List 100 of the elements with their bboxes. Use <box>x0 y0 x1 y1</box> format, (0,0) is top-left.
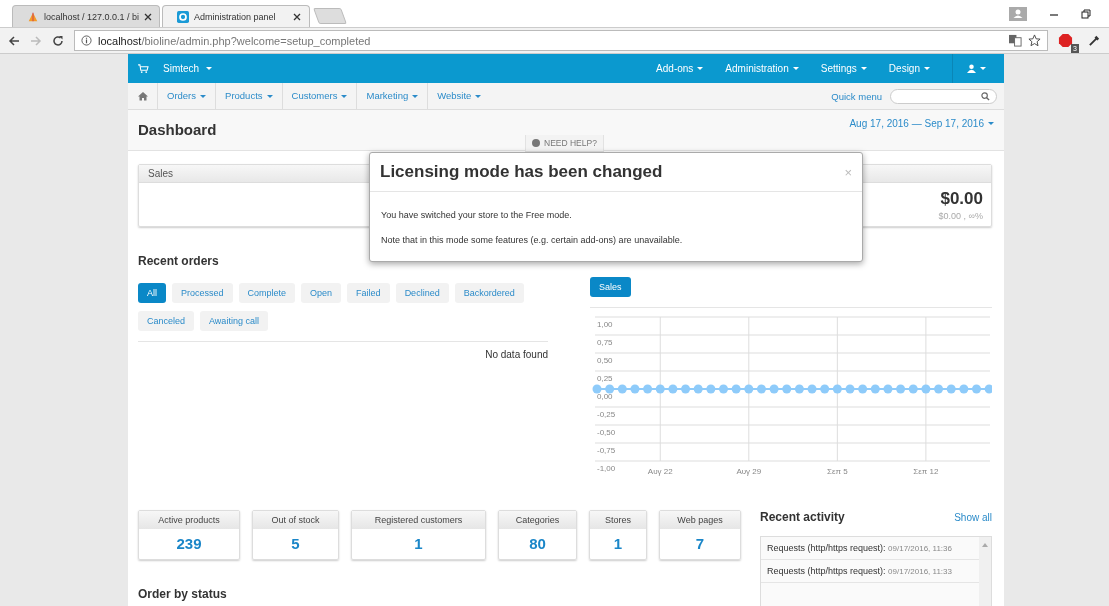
top-menu-item[interactable]: Design <box>888 63 920 74</box>
panel-title: Sales <box>148 168 173 179</box>
y-axis-label: 0,75 <box>597 338 613 347</box>
date-range-picker[interactable]: Aug 17, 2016 — Sep 17, 2016 <box>849 118 984 129</box>
data-point <box>617 384 627 394</box>
data-point <box>719 384 728 394</box>
data-point <box>896 384 906 394</box>
activity-entry: Requests (http/https request): 09/17/2016, 11:36 <box>761 537 979 560</box>
x-axis-label: Αυγ 29 <box>736 467 762 476</box>
cart-icon[interactable] <box>138 64 149 73</box>
data-point <box>731 384 741 394</box>
data-point <box>858 384 868 394</box>
counter-label: Stores <box>605 515 631 525</box>
browser-tab[interactable]: localhost / 127.0.0.1 / bi <box>12 5 160 27</box>
close-button[interactable]: × <box>844 164 852 180</box>
counter-value: 7 <box>695 535 705 552</box>
counter-label: Out of stock <box>271 515 320 525</box>
close-icon[interactable] <box>293 12 301 21</box>
stop-sign-icon[interactable] <box>1058 32 1073 48</box>
counter-value: 239 <box>176 535 202 552</box>
y-axis-label: -1,00 <box>597 464 616 473</box>
scrollbar[interactable] <box>979 537 991 606</box>
data-point <box>807 384 817 394</box>
quick-menu-link[interactable]: Quick menu <box>831 90 882 102</box>
reload-icon[interactable] <box>52 34 64 47</box>
y-axis-label: 0,00 <box>597 392 613 401</box>
sub-menu-item[interactable]: Website <box>427 83 472 109</box>
counter-label: Registered customers <box>374 515 463 525</box>
y-axis-label: -0,50 <box>597 428 616 437</box>
status-filter-tab[interactable]: Failed <box>347 283 390 303</box>
data-point <box>630 384 640 394</box>
status-filter-tab[interactable]: Processed <box>172 283 233 303</box>
counter-card[interactable]: Categories 80 <box>498 510 577 560</box>
data-point <box>946 384 956 394</box>
sub-menu-item[interactable]: Products <box>215 83 263 109</box>
sail-logo-icon <box>27 10 39 23</box>
status-filter-tab[interactable]: All <box>138 283 166 303</box>
status-filter-tab[interactable]: Complete <box>238 283 296 303</box>
close-icon[interactable] <box>144 12 153 21</box>
back-arrow-icon[interactable] <box>8 34 20 47</box>
status-filter-tab[interactable]: Declined <box>395 283 449 303</box>
caret-icon <box>988 122 994 125</box>
data-point <box>908 384 918 394</box>
y-axis-label: 1,00 <box>597 320 613 329</box>
x-axis-label: Σεπ 12 <box>913 467 939 476</box>
top-menu-item[interactable]: Add-ons <box>656 63 694 74</box>
chart-tab[interactable]: Sales <box>590 277 631 297</box>
counter-card[interactable]: Registered customers 1 <box>351 510 486 560</box>
counter-card[interactable]: Web pages 7 <box>659 510 741 560</box>
caret-icon <box>475 94 482 98</box>
counter-value: 1 <box>613 535 623 552</box>
browser-tab[interactable]: Administration panel <box>162 5 310 27</box>
data-point <box>769 384 779 394</box>
sub-menu-item[interactable]: Orders <box>157 83 197 109</box>
counter-value: 80 <box>529 535 546 552</box>
home-icon[interactable] <box>138 91 148 101</box>
sub-menu-item[interactable]: Marketing <box>356 83 409 109</box>
top-menu-item[interactable]: Settings <box>820 63 857 74</box>
data-point <box>744 384 754 394</box>
store-menu[interactable]: Simtech <box>163 63 200 74</box>
status-filter-tab[interactable]: Canceled <box>138 311 195 331</box>
counter-card[interactable]: Out of stock 5 <box>252 510 339 560</box>
empty-message: No data found <box>484 349 548 360</box>
counter-label: Active products <box>158 515 220 525</box>
eyedropper-icon[interactable] <box>1088 34 1101 47</box>
caret-icon <box>206 67 213 70</box>
sub-menu-item[interactable]: Customers <box>281 83 338 109</box>
y-axis-label: -0,25 <box>597 410 616 419</box>
search-icon <box>981 91 990 101</box>
sales-change: $0.00 , ∞% <box>938 211 983 221</box>
data-point <box>643 384 653 394</box>
data-point <box>845 384 855 394</box>
address-bar[interactable]: localhost/bioline/admin.php?welcome=setup_completed <box>74 30 1048 51</box>
data-point <box>959 384 969 394</box>
data-point <box>782 384 792 394</box>
top-menu-item[interactable]: Administration <box>725 63 789 74</box>
search-field[interactable] <box>890 88 997 104</box>
data-point <box>984 384 992 394</box>
status-filter-tab[interactable]: Backordered <box>454 283 524 303</box>
counter-card[interactable]: Active products 239 <box>138 510 240 560</box>
y-axis-label: -0,75 <box>597 446 616 455</box>
star-icon[interactable] <box>1028 34 1041 47</box>
counter-card[interactable]: Stores 1 <box>589 510 647 560</box>
status-filter-tab[interactable]: Awaiting call <box>200 311 268 331</box>
show-all-link[interactable]: Show all <box>954 511 992 523</box>
restore-icon[interactable] <box>1081 8 1091 19</box>
caret-icon <box>982 543 988 547</box>
caret-icon <box>924 67 930 70</box>
status-filter-tab[interactable]: Open <box>301 283 342 303</box>
page-title: Dashboard <box>138 121 217 138</box>
data-point <box>756 384 766 394</box>
data-point <box>681 384 691 394</box>
data-point <box>605 384 615 394</box>
data-point <box>883 384 893 394</box>
info-icon <box>81 35 92 46</box>
tab-title: Administration panel <box>194 11 277 22</box>
data-point <box>693 384 703 394</box>
person-icon <box>967 64 976 73</box>
counter-value: 1 <box>414 535 423 552</box>
need-help-tab[interactable]: NEED HELP? <box>525 135 604 152</box>
